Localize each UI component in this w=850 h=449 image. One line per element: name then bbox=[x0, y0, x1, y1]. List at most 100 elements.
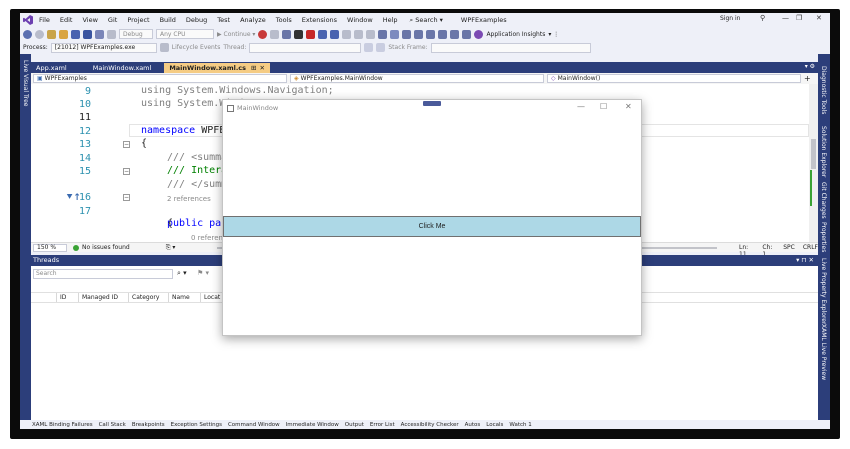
tab-options-icon[interactable]: ▾ ⚙ bbox=[805, 63, 815, 70]
column-header[interactable]: Managed ID bbox=[79, 293, 129, 302]
feedback-icon[interactable]: ⚲ bbox=[760, 14, 765, 22]
application-insights-button[interactable]: Application Insights bbox=[486, 31, 545, 38]
search-options-icon[interactable]: ⌕ ▾ bbox=[177, 269, 187, 278]
menu-project[interactable]: Project bbox=[127, 16, 149, 24]
type-dropdown[interactable]: ◈ WPFExamples.MainWindow bbox=[290, 74, 544, 83]
undo-icon[interactable] bbox=[95, 29, 104, 39]
platform-dropdown[interactable]: Any CPU bbox=[156, 29, 214, 39]
fold-toggle-icon[interactable]: − bbox=[123, 141, 130, 148]
thread-dropdown[interactable] bbox=[249, 42, 362, 53]
tab-breakpoints[interactable]: Breakpoints bbox=[132, 422, 165, 428]
tab-app-xaml[interactable]: App.xaml bbox=[31, 63, 72, 73]
menu-debug[interactable]: Debug bbox=[186, 16, 207, 24]
redo-icon[interactable] bbox=[107, 29, 116, 39]
restore-icon[interactable]: ❐ bbox=[796, 14, 802, 22]
column-header[interactable]: Category bbox=[129, 293, 169, 302]
tab-locals[interactable]: Locals bbox=[486, 422, 503, 428]
scrollbar-thumb[interactable] bbox=[811, 139, 816, 169]
hot-reload-icon[interactable] bbox=[258, 29, 268, 39]
solution-explorer-tab[interactable]: Solution Explorer bbox=[820, 126, 827, 177]
back-icon[interactable] bbox=[23, 29, 32, 39]
layout-icon[interactable] bbox=[282, 29, 292, 39]
tab-watch-1[interactable]: Watch 1 bbox=[509, 422, 531, 428]
menu-edit[interactable]: Edit bbox=[60, 16, 73, 24]
filter-thread-icon[interactable] bbox=[376, 43, 386, 52]
column-header[interactable]: ID bbox=[57, 293, 79, 302]
git-changes-tab[interactable]: Git Changes bbox=[820, 182, 827, 219]
toolbar-overflow-icon[interactable]: ▾ ⋮ bbox=[548, 31, 559, 38]
tab-output[interactable]: Output bbox=[345, 422, 364, 428]
project-dropdown[interactable]: ▣ WPFExamples bbox=[33, 74, 287, 83]
editor-vertical-scrollbar[interactable] bbox=[809, 84, 818, 242]
stack-frame-dropdown[interactable] bbox=[430, 42, 591, 53]
forward-icon[interactable] bbox=[35, 29, 44, 39]
browse-icon[interactable] bbox=[270, 29, 280, 39]
minimize-icon[interactable]: — bbox=[782, 14, 789, 22]
live-visual-tree-tab[interactable]: Live Visual Tree bbox=[22, 60, 29, 106]
tab-call-stack[interactable]: Call Stack bbox=[99, 422, 126, 428]
format-icon[interactable] bbox=[450, 29, 460, 39]
find-icon[interactable] bbox=[462, 29, 472, 39]
flag-thread-icon[interactable] bbox=[364, 43, 374, 52]
step-out-icon[interactable] bbox=[366, 29, 376, 39]
tab-exception-settings[interactable]: Exception Settings bbox=[171, 422, 222, 428]
menu-file[interactable]: File bbox=[39, 16, 50, 24]
new-project-icon[interactable] bbox=[47, 29, 56, 39]
menu-help[interactable]: Help bbox=[383, 16, 398, 24]
codelens-references[interactable]: 2 references bbox=[167, 195, 211, 203]
tab-command-window[interactable]: Command Window bbox=[228, 422, 280, 428]
sign-in-link[interactable]: Sign in bbox=[720, 15, 740, 22]
tab-immediate-window[interactable]: Immediate Window bbox=[286, 422, 339, 428]
indent-icon[interactable] bbox=[438, 29, 448, 39]
tab-autos[interactable]: Autos bbox=[465, 422, 481, 428]
close-icon[interactable]: ✕ bbox=[816, 14, 822, 22]
step-into-icon[interactable] bbox=[342, 29, 352, 39]
member-dropdown[interactable]: ◇ MainWindow() bbox=[547, 74, 801, 83]
wpf-close-icon[interactable]: ✕ bbox=[625, 102, 632, 111]
live-visual-tree-icon[interactable] bbox=[378, 29, 388, 39]
split-add-icon[interactable]: + bbox=[804, 74, 811, 83]
save-icon[interactable] bbox=[71, 29, 80, 39]
search-menu[interactable]: ⌕ Search ▾ bbox=[410, 16, 443, 25]
hot-reload-settings-icon[interactable] bbox=[390, 29, 400, 39]
column-header[interactable]: Name bbox=[169, 293, 201, 302]
lifecycle-events-dropdown[interactable]: Lifecycle Events bbox=[172, 44, 221, 51]
menu-analyze[interactable]: Analyze bbox=[240, 16, 266, 24]
menu-window[interactable]: Window bbox=[347, 16, 373, 24]
tab-accessibility-checker[interactable]: Accessibility Checker bbox=[401, 422, 459, 428]
outline-icon[interactable] bbox=[426, 29, 436, 39]
implementation-glyph-icon[interactable]: ⯆↑ bbox=[66, 193, 81, 203]
show-next-statement-icon[interactable] bbox=[330, 29, 340, 39]
pane-options-icon[interactable]: ▾ ⊓ ✕ bbox=[796, 255, 814, 266]
threads-search-input[interactable]: Search bbox=[33, 269, 173, 279]
issues-indicator[interactable]: No issues found bbox=[73, 244, 130, 251]
menu-test[interactable]: Test bbox=[217, 16, 230, 24]
column-header[interactable] bbox=[31, 293, 57, 302]
step-over-icon[interactable] bbox=[354, 29, 364, 39]
tab-xaml-binding-failures[interactable]: XAML Binding Failures bbox=[32, 422, 93, 428]
configuration-dropdown[interactable]: Debug bbox=[119, 29, 153, 39]
menu-build[interactable]: Build bbox=[160, 16, 176, 24]
tab-mainwindow-xaml-cs[interactable]: MainWindow.xaml.cs ⊞ ✕ bbox=[164, 63, 270, 73]
diagnostic-tools-tab[interactable]: Diagnostic Tools bbox=[820, 66, 827, 114]
restart-icon[interactable] bbox=[318, 29, 328, 39]
continue-button[interactable]: ▶ Continue ▾ bbox=[217, 31, 255, 38]
tab-mainwindow-xaml[interactable]: MainWindow.xaml bbox=[88, 63, 157, 73]
live-property-explorer-tab[interactable]: Live Property Explorer bbox=[820, 258, 827, 324]
comment-icon[interactable] bbox=[402, 29, 412, 39]
close-tab-icon[interactable]: ✕ bbox=[259, 64, 264, 72]
pause-icon[interactable] bbox=[294, 29, 304, 39]
wpf-maximize-icon[interactable]: ☐ bbox=[600, 102, 607, 111]
bookmark-icon[interactable] bbox=[414, 29, 424, 39]
stop-icon[interactable] bbox=[306, 29, 316, 39]
xaml-live-preview-tab[interactable]: XAML Live Preview bbox=[820, 324, 827, 380]
code-cleanup-icon[interactable]: ⎘ ▾ bbox=[166, 244, 176, 252]
fold-toggle-icon[interactable]: − bbox=[123, 168, 130, 175]
save-all-icon[interactable] bbox=[83, 29, 92, 39]
process-dropdown[interactable]: [21012] WPFExamples.exe bbox=[50, 42, 157, 53]
zoom-dropdown[interactable]: 150 % bbox=[33, 243, 67, 252]
menu-view[interactable]: View bbox=[82, 16, 97, 24]
menu-git[interactable]: Git bbox=[108, 16, 117, 24]
menu-tools[interactable]: Tools bbox=[276, 16, 292, 24]
properties-tab[interactable]: Properties bbox=[820, 222, 827, 252]
